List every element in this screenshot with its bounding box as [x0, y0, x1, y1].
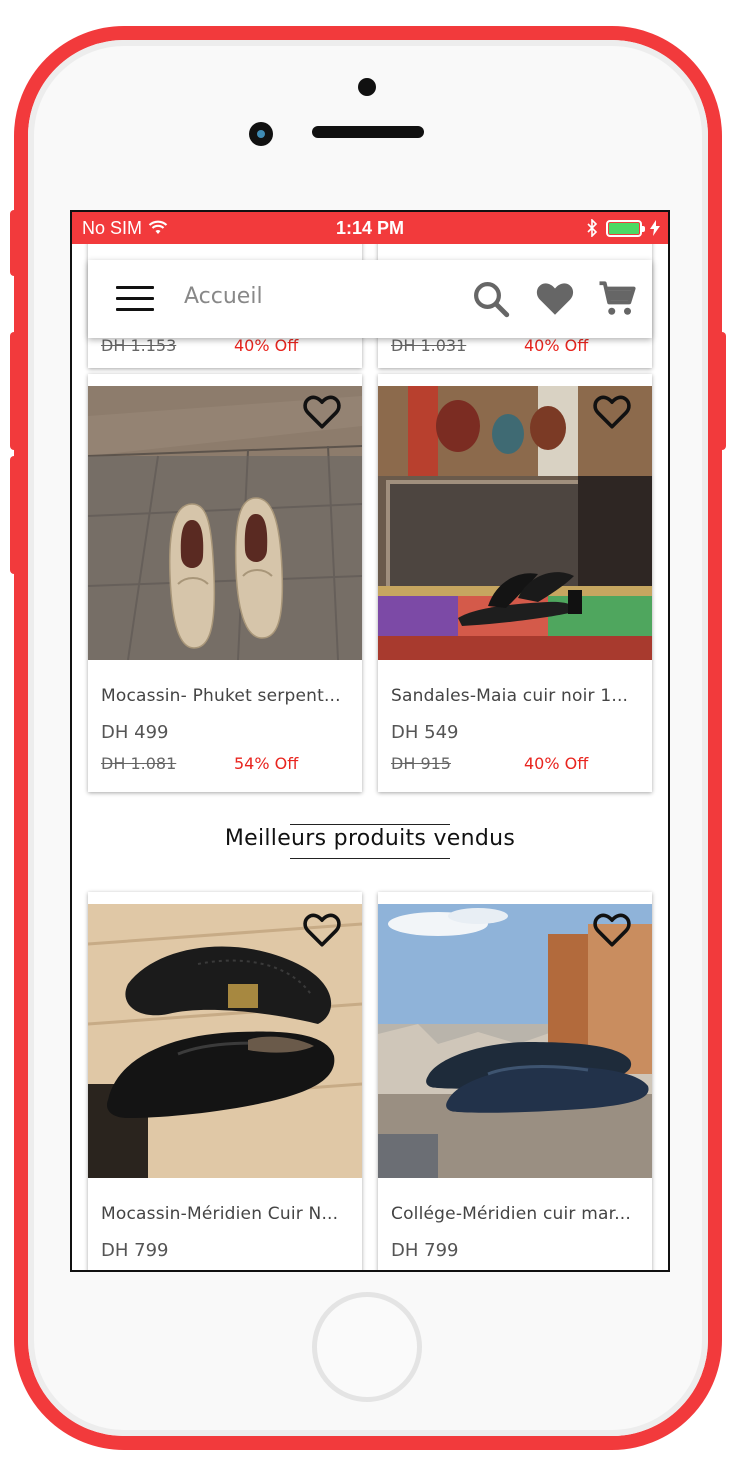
best-seller-card[interactable]: Mocassin-Méridien Cuir N... DH 799: [88, 892, 362, 1270]
heart-icon[interactable]: [534, 278, 576, 320]
search-icon[interactable]: [470, 278, 512, 320]
product-title: Collége-Méridien cuir mar...: [391, 1204, 632, 1224]
product-title: Mocassin-Méridien Cuir N...: [101, 1204, 339, 1224]
home-button[interactable]: [312, 1292, 422, 1402]
product-price: DH 549: [391, 722, 459, 743]
hamburger-menu-icon[interactable]: [116, 286, 154, 314]
bluetooth-icon: [587, 219, 598, 237]
page-title: Accueil: [184, 284, 263, 309]
section-title-top-rule: [290, 824, 450, 825]
heart-outline-icon[interactable]: [302, 912, 342, 948]
app-bar: Accueil: [88, 260, 652, 338]
front-camera: [249, 122, 273, 146]
phone-screen: No SIM 1:14 PM DH 1.153 40% Off DH 1.031: [70, 210, 670, 1272]
product-title: Sandales-Maia cuir noir 1...: [391, 686, 629, 706]
heart-outline-icon[interactable]: [592, 912, 632, 948]
product-old-price: DH 1.153: [101, 336, 177, 355]
section-title-underline: [290, 858, 450, 859]
product-old-price: DH 1.081: [101, 754, 177, 773]
charging-icon: [650, 220, 660, 236]
product-old-price: DH 915: [391, 754, 451, 773]
product-price: DH 799: [101, 1240, 169, 1261]
product-discount: 54% Off: [234, 754, 299, 773]
product-old-price: DH 1.031: [391, 336, 467, 355]
clock: 1:14 PM: [335, 217, 405, 238]
earpiece-speaker: [312, 126, 424, 138]
product-discount: 40% Off: [234, 336, 299, 355]
status-bar: No SIM 1:14 PM: [72, 212, 668, 244]
cart-icon[interactable]: [596, 278, 638, 320]
product-discount: 40% Off: [524, 336, 589, 355]
best-seller-card[interactable]: Collége-Méridien cuir mar... DH 799: [378, 892, 652, 1270]
product-price: DH 799: [391, 1240, 459, 1261]
battery-icon: [606, 219, 645, 237]
home-scroll-content[interactable]: DH 1.153 40% Off DH 1.031 40% Off Mocass…: [72, 224, 668, 1270]
product-title: Mocassin- Phuket serpent...: [101, 686, 341, 706]
product-card[interactable]: Sandales-Maia cuir noir 1... DH 549 DH 9…: [378, 374, 652, 792]
proximity-sensor: [358, 78, 376, 96]
product-discount: 40% Off: [524, 754, 589, 773]
heart-outline-icon[interactable]: [302, 394, 342, 430]
heart-outline-icon[interactable]: [592, 394, 632, 430]
section-title: Meilleurs produits vendus: [224, 826, 516, 851]
product-price: DH 499: [101, 722, 169, 743]
product-card[interactable]: Mocassin- Phuket serpent... DH 499 DH 1.…: [88, 374, 362, 792]
